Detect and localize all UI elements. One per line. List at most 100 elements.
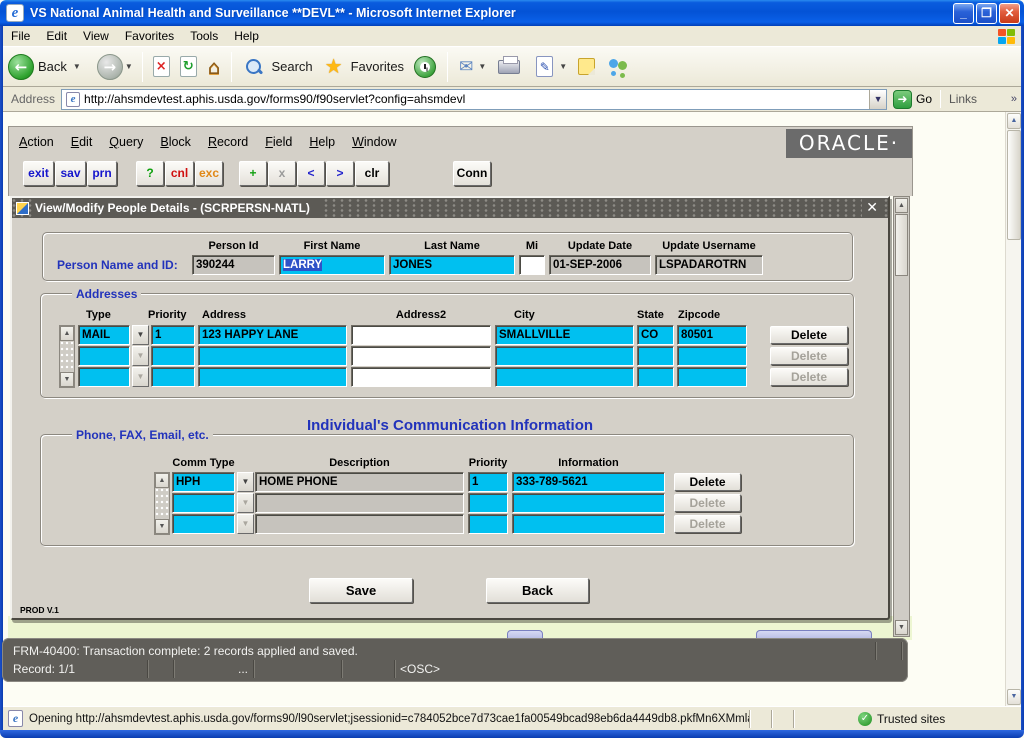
- exit-button[interactable]: exit: [23, 161, 54, 186]
- information-field[interactable]: [512, 493, 665, 513]
- scroll-down-icon[interactable]: ▼: [155, 519, 169, 534]
- print-icon[interactable]: [498, 60, 520, 74]
- messenger-icon[interactable]: [608, 57, 630, 77]
- restore-button[interactable]: ❐: [976, 3, 997, 24]
- type-dropdown-icon[interactable]: ▼: [132, 346, 149, 366]
- home-icon[interactable]: ⌂: [208, 57, 221, 77]
- scroll-down-icon[interactable]: ▼: [60, 372, 74, 387]
- help-toolbar-button[interactable]: ?: [136, 161, 164, 186]
- oracle-menu-field[interactable]: Field: [265, 135, 292, 149]
- conn-toolbar-button[interactable]: Conn: [453, 161, 491, 186]
- execute-toolbar-button[interactable]: exc: [195, 161, 223, 186]
- oracle-menu-record[interactable]: Record: [208, 135, 248, 149]
- save-button[interactable]: Save: [309, 578, 413, 603]
- mail-icon[interactable]: ✉: [459, 57, 473, 77]
- cancel-toolbar-button[interactable]: cnl: [165, 161, 194, 186]
- priority-field[interactable]: [151, 367, 195, 387]
- edit-icon[interactable]: ✎: [536, 56, 553, 77]
- type-dropdown-icon[interactable]: ▼: [132, 325, 149, 345]
- address-url[interactable]: http://ahsmdevtest.aphis.usda.gov/forms9…: [84, 92, 869, 106]
- refresh-icon[interactable]: ↻: [180, 56, 197, 77]
- address2-field[interactable]: [351, 346, 491, 366]
- state-field[interactable]: [637, 367, 674, 387]
- state-field[interactable]: [637, 346, 674, 366]
- discuss-icon[interactable]: [578, 58, 595, 75]
- favorites-label[interactable]: Favorites: [351, 59, 404, 74]
- back-icon[interactable]: ←: [8, 54, 34, 80]
- previous-record-button[interactable]: <: [297, 161, 325, 186]
- next-record-button[interactable]: >: [326, 161, 354, 186]
- address-field[interactable]: 123 HAPPY LANE: [198, 325, 347, 345]
- minimize-button[interactable]: _: [953, 3, 974, 24]
- favorites-icon[interactable]: ★: [325, 54, 343, 79]
- menu-tools[interactable]: Tools: [182, 27, 226, 45]
- address-delete-button[interactable]: Delete: [770, 326, 848, 344]
- scroll-up-icon[interactable]: ▲: [60, 326, 74, 341]
- priority-field[interactable]: 1: [151, 325, 195, 345]
- address-dropdown-icon[interactable]: ▼: [869, 90, 886, 109]
- search-icon[interactable]: [245, 58, 263, 76]
- forward-icon[interactable]: →: [97, 54, 123, 80]
- links-label[interactable]: Links: [949, 92, 977, 106]
- back-label[interactable]: Back: [38, 59, 67, 74]
- comm-type-field[interactable]: HPH: [172, 472, 235, 492]
- close-button[interactable]: ✕: [999, 3, 1020, 24]
- mail-dropdown-icon[interactable]: ▼: [478, 62, 486, 71]
- menu-view[interactable]: View: [75, 27, 117, 45]
- type-dropdown-icon[interactable]: ▼: [132, 367, 149, 387]
- comm-type-dropdown-icon[interactable]: ▼: [237, 514, 254, 534]
- save-toolbar-button[interactable]: sav: [55, 161, 86, 186]
- comm-type-dropdown-icon[interactable]: ▼: [237, 472, 254, 492]
- menu-favorites[interactable]: Favorites: [117, 27, 182, 45]
- type-field[interactable]: [78, 367, 130, 387]
- links-chevron-icon[interactable]: »: [1011, 93, 1017, 105]
- comm-record-scrollbar[interactable]: ▲▼: [154, 472, 170, 535]
- type-field[interactable]: [78, 346, 130, 366]
- comm-priority-field[interactable]: 1: [468, 472, 508, 492]
- information-field[interactable]: [512, 514, 665, 534]
- search-label[interactable]: Search: [271, 59, 312, 74]
- add-record-button[interactable]: +: [239, 161, 267, 186]
- form-titlebar[interactable]: View/Modify People Details - (SCRPERSN-N…: [12, 198, 888, 218]
- scrollbar-thumb[interactable]: [895, 214, 908, 276]
- go-button[interactable]: ➜ Go: [893, 90, 932, 109]
- first-name-field[interactable]: LARRY: [279, 255, 385, 275]
- form-scrollbar[interactable]: ▲ ▼: [893, 196, 910, 637]
- scroll-up-icon[interactable]: ▲: [155, 473, 169, 488]
- scroll-down-icon[interactable]: ▼: [1007, 689, 1021, 705]
- city-field[interactable]: [495, 367, 634, 387]
- comm-priority-field[interactable]: [468, 514, 508, 534]
- print-toolbar-button[interactable]: prn: [87, 161, 117, 186]
- address-field[interactable]: [198, 346, 347, 366]
- scroll-up-icon[interactable]: ▲: [895, 198, 908, 213]
- last-name-field[interactable]: JONES: [389, 255, 515, 275]
- zipcode-field[interactable]: 80501: [677, 325, 747, 345]
- zipcode-field[interactable]: [677, 367, 747, 387]
- comm-type-dropdown-icon[interactable]: ▼: [237, 493, 254, 513]
- forward-dropdown-icon[interactable]: ▼: [125, 62, 133, 71]
- menu-file[interactable]: File: [3, 27, 38, 45]
- priority-field[interactable]: [151, 346, 195, 366]
- oracle-menu-block[interactable]: Block: [160, 135, 191, 149]
- comm-type-field[interactable]: [172, 493, 235, 513]
- address2-field[interactable]: [351, 325, 491, 345]
- zipcode-field[interactable]: [677, 346, 747, 366]
- comm-delete-button[interactable]: Delete: [674, 473, 741, 491]
- browser-scrollbar[interactable]: ▲ ▼: [1005, 112, 1021, 706]
- back-button[interactable]: Back: [486, 578, 589, 603]
- oracle-menu-query[interactable]: Query: [109, 135, 143, 149]
- city-field[interactable]: SMALLVILLE: [495, 325, 634, 345]
- form-close-icon[interactable]: ✕: [862, 199, 882, 217]
- comm-priority-field[interactable]: [468, 493, 508, 513]
- oracle-menu-help[interactable]: Help: [309, 135, 335, 149]
- address-input[interactable]: e http://ahsmdevtest.aphis.usda.gov/form…: [61, 89, 887, 110]
- stop-icon[interactable]: ×: [153, 56, 170, 77]
- address-record-scrollbar[interactable]: ▲▼: [59, 325, 75, 388]
- delete-record-button[interactable]: x: [268, 161, 296, 186]
- clear-toolbar-button[interactable]: clr: [355, 161, 389, 186]
- city-field[interactable]: [495, 346, 634, 366]
- address2-field[interactable]: [351, 367, 491, 387]
- address-field[interactable]: [198, 367, 347, 387]
- state-field[interactable]: CO: [637, 325, 674, 345]
- scrollbar-thumb[interactable]: [1007, 130, 1021, 240]
